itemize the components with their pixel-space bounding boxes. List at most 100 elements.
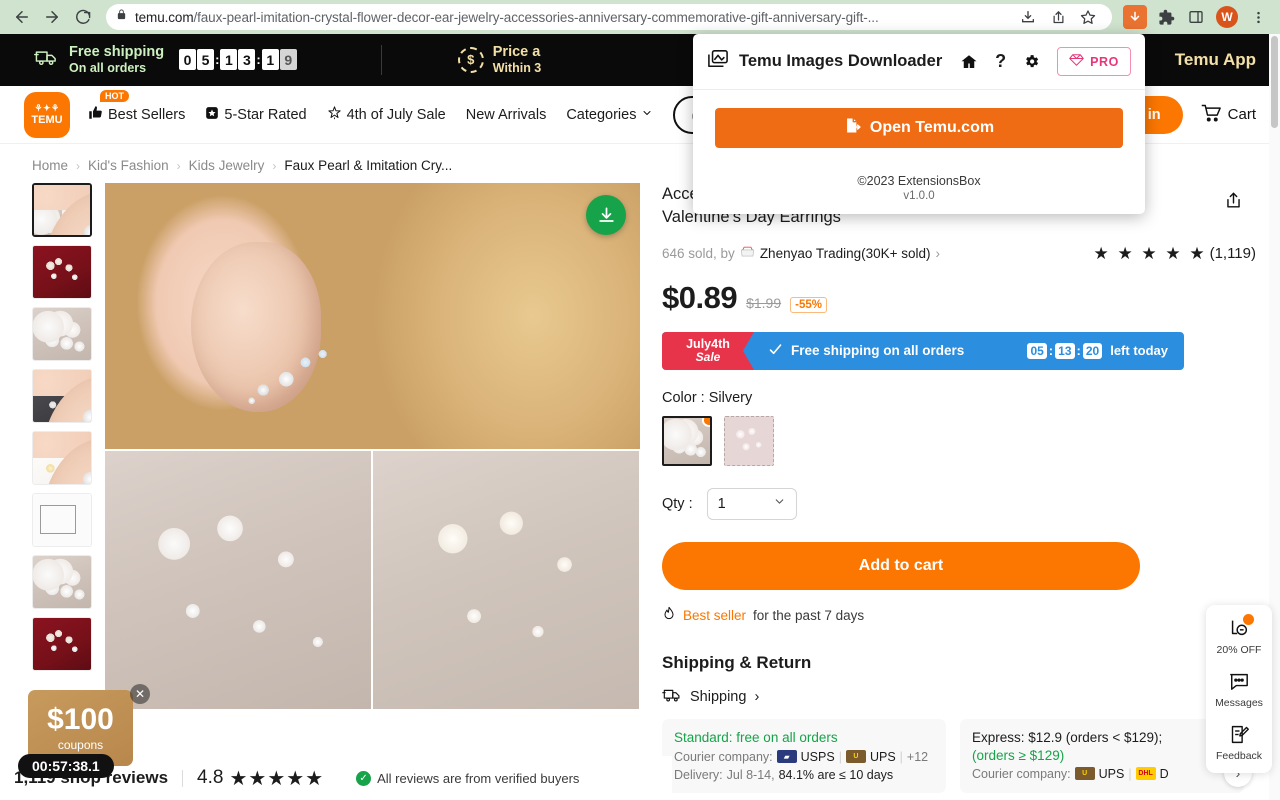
hot-badge: HOT bbox=[100, 90, 129, 102]
install-app-icon[interactable] bbox=[1014, 4, 1042, 30]
swatch-silvery[interactable] bbox=[662, 415, 712, 466]
coupon-robot-icon bbox=[1226, 614, 1254, 640]
courier-label: Courier company: bbox=[972, 766, 1071, 781]
product-gallery bbox=[105, 183, 640, 793]
product-rating[interactable]: ★ ★ ★ ★ ★ (1,119) bbox=[1093, 244, 1256, 264]
reload-icon[interactable] bbox=[68, 3, 96, 31]
back-arrow-icon[interactable] bbox=[8, 3, 36, 31]
rail-label: 20% OFF bbox=[1216, 644, 1262, 656]
promo-price-text: Price a Within 3 bbox=[493, 44, 542, 75]
sold-by[interactable]: 646 sold, by Zhenyao Trading(30K+ sold) … bbox=[662, 246, 940, 261]
product-price: $0.89 bbox=[662, 279, 738, 315]
gear-icon[interactable] bbox=[1023, 53, 1040, 70]
download-icon[interactable] bbox=[586, 195, 626, 235]
shipping-card-express[interactable]: Express: $12.9 (orders < $129); (orders … bbox=[960, 718, 1252, 793]
address-bar[interactable]: temu.com/faux-pearl-imitation-crystal-fl… bbox=[106, 4, 1112, 30]
open-temu-button[interactable]: Open Temu.com bbox=[715, 108, 1123, 148]
delivery-label: Delivery: bbox=[674, 767, 723, 782]
share-icon[interactable] bbox=[1216, 183, 1250, 217]
shipping-card-standard[interactable]: Standard: free on all orders Courier com… bbox=[662, 718, 946, 793]
nav-item-4th-of-july-sale[interactable]: 4th of July Sale bbox=[327, 105, 446, 124]
quantity-value: 1 bbox=[717, 495, 726, 512]
forward-arrow-icon[interactable] bbox=[38, 3, 66, 31]
close-icon[interactable]: ✕ bbox=[130, 684, 150, 704]
countdown-separator: : bbox=[1076, 343, 1081, 359]
gallery-thumb-5[interactable] bbox=[32, 431, 92, 485]
extension-temu-downloader-icon[interactable] bbox=[1123, 5, 1147, 29]
shipping-link[interactable]: Shipping › bbox=[662, 687, 1256, 707]
url-host: temu.com bbox=[135, 9, 194, 25]
breadcrumb-item-kids-fashion[interactable]: Kid's Fashion bbox=[88, 158, 169, 173]
color-swatches bbox=[662, 415, 1256, 466]
scrollbar-thumb[interactable] bbox=[1271, 36, 1278, 128]
verified-buyers-note: ✓ All reviews are from verified buyers bbox=[356, 770, 580, 786]
gallery-sub-image-1[interactable] bbox=[105, 451, 371, 709]
nav-item-new-arrivals[interactable]: New Arrivals bbox=[466, 107, 547, 123]
nav-item-best-sellers[interactable]: HOT Best Sellers bbox=[88, 90, 185, 124]
truck-icon bbox=[662, 687, 682, 707]
product-price-row: $0.89 $1.99 -55% bbox=[662, 280, 1256, 316]
pro-upgrade-button[interactable]: PRO bbox=[1057, 47, 1131, 76]
puzzle-icon[interactable] bbox=[1152, 3, 1180, 31]
sold-count: 646 sold, by bbox=[662, 246, 735, 262]
rail-item-feedback[interactable]: Feedback bbox=[1206, 722, 1272, 762]
breadcrumb-separator: › bbox=[76, 158, 81, 173]
chevron-down-icon bbox=[641, 107, 653, 123]
express-headline-dark: Express: $12.9 (orders < $129); bbox=[972, 729, 1163, 745]
side-panel-icon[interactable] bbox=[1182, 3, 1210, 31]
gallery-thumb-3[interactable] bbox=[32, 307, 92, 361]
promo-title: Free shipping bbox=[69, 44, 165, 61]
shipping-return-title: Shipping & Return bbox=[662, 652, 812, 672]
coupon-label: coupons bbox=[57, 737, 104, 752]
nav-item-label: New Arrivals bbox=[465, 106, 547, 123]
rail-item-messages[interactable]: Messages bbox=[1206, 669, 1272, 709]
truck-icon bbox=[34, 47, 60, 72]
star-icon[interactable] bbox=[1074, 4, 1102, 30]
three-dot-menu-icon[interactable] bbox=[1244, 3, 1272, 31]
gallery-thumb-4[interactable] bbox=[32, 369, 92, 423]
gallery-thumb-8[interactable] bbox=[32, 617, 92, 671]
chat-bubble-icon bbox=[1226, 669, 1252, 693]
home-icon[interactable] bbox=[960, 53, 978, 71]
gallery-sub-image-2[interactable] bbox=[373, 451, 639, 709]
rail-item-20-off[interactable]: 20% OFF bbox=[1206, 614, 1272, 656]
gallery-thumb-6[interactable] bbox=[32, 493, 92, 547]
gallery-thumb-7[interactable] bbox=[32, 555, 92, 609]
promo-free-shipping[interactable]: Free shipping On all orders 0 5 : 1 3 : … bbox=[0, 44, 297, 75]
check-icon bbox=[768, 342, 783, 360]
divider: | bbox=[1128, 766, 1132, 781]
flame-icon bbox=[662, 606, 676, 625]
cart-button[interactable]: Cart bbox=[1199, 102, 1256, 127]
breadcrumb-item-current: Faux Pearl & Imitation Cry... bbox=[284, 158, 453, 173]
add-to-cart-button[interactable]: Add to cart bbox=[662, 541, 1140, 590]
url-text: temu.com/faux-pearl-imitation-crystal-fl… bbox=[135, 10, 879, 25]
nav-item-5-star-rated[interactable]: 5-Star Rated bbox=[205, 106, 307, 124]
nav-item-label: Categories bbox=[566, 106, 637, 123]
verified-buyers-text: All reviews are from verified buyers bbox=[377, 770, 580, 786]
swatch-pink[interactable] bbox=[724, 415, 774, 466]
breadcrumb-item-home[interactable]: Home bbox=[32, 158, 68, 173]
coupon-amount: $100 bbox=[47, 702, 114, 736]
promo-price-adjustment[interactable]: $ Price a Within 3 bbox=[457, 44, 542, 75]
rating-score: 4.8 bbox=[197, 767, 224, 788]
gallery-thumb-2[interactable] bbox=[32, 245, 92, 299]
countdown-digit: 1 bbox=[220, 49, 238, 71]
share-icon[interactable] bbox=[1044, 4, 1072, 30]
gallery-main-image[interactable] bbox=[105, 183, 640, 449]
gallery-thumb-1[interactable] bbox=[32, 183, 92, 237]
countdown-digit: 0 bbox=[179, 49, 197, 71]
courier-name-usps: USPS bbox=[800, 749, 835, 764]
countdown-separator: : bbox=[256, 52, 261, 68]
quantity-select[interactable]: 1 bbox=[706, 487, 797, 520]
breadcrumb-item-kids-jewelry[interactable]: Kids Jewelry bbox=[189, 158, 265, 173]
best-seller-highlight: Best seller bbox=[683, 607, 747, 623]
countdown-seconds: 20 bbox=[1082, 342, 1103, 359]
question-mark-icon[interactable]: ? bbox=[995, 51, 1006, 72]
temu-logo[interactable]: ⚘✦⚘ TEMU bbox=[24, 91, 70, 138]
nav-item-categories[interactable]: Categories bbox=[566, 107, 653, 123]
temu-app-link[interactable]: Temu App bbox=[1175, 50, 1256, 70]
standard-courier-row: Courier company: ▰ USPS | U UPS | +12 bbox=[674, 750, 934, 764]
gallery-sub-images bbox=[105, 451, 640, 709]
shop-rating: 4.8 ★★★★★ bbox=[197, 766, 324, 791]
avatar[interactable]: W bbox=[1216, 6, 1238, 28]
